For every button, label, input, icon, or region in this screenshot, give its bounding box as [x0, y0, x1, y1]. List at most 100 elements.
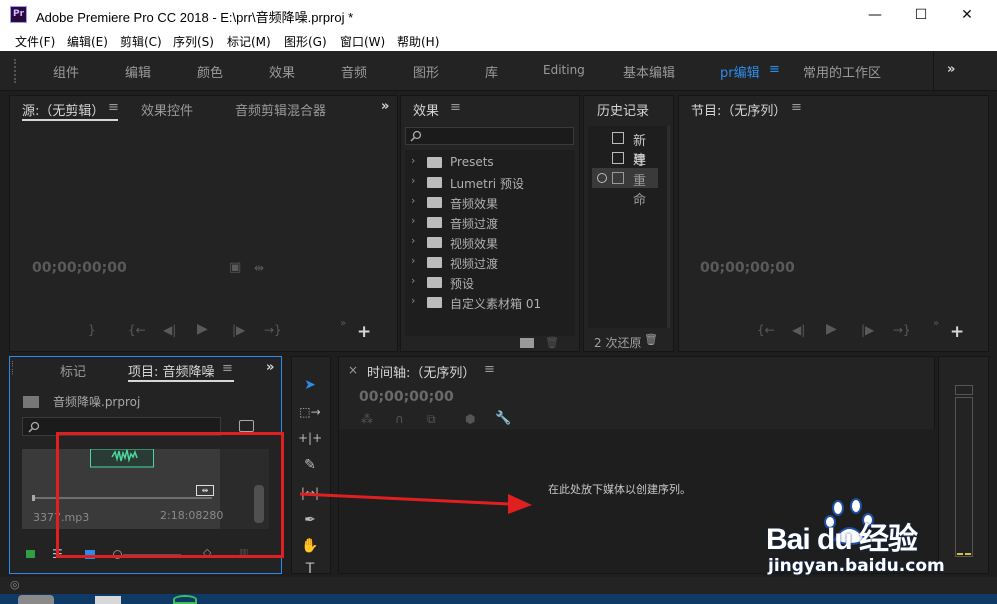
taskbar-app-icon[interactable] [18, 595, 54, 604]
list-item[interactable]: › 音频效果 [407, 193, 573, 212]
tab-markers[interactable]: 标记 [60, 361, 86, 380]
nest-icon[interactable]: ⁂ [361, 412, 373, 426]
list-item[interactable]: › Presets [407, 153, 573, 172]
close-timeline-icon[interactable]: × [348, 363, 358, 377]
new-bin-icon[interactable] [520, 338, 534, 348]
menu-edit[interactable]: 编辑(E) [67, 33, 108, 50]
linked-selection-icon[interactable]: ⧉ [427, 412, 436, 427]
step-forward-icon[interactable]: |▶ [861, 323, 874, 337]
effects-menu-icon[interactable]: ≡ [450, 100, 461, 115]
timeline-title[interactable]: 时间轴:（无序列） [367, 362, 475, 381]
lock-icon[interactable] [26, 550, 35, 558]
ripple-edit-tool-icon[interactable]: +|+ [298, 426, 322, 450]
tab-audio-clip-mixer[interactable]: 音频剪辑混合器 [235, 100, 326, 119]
go-to-out-icon[interactable]: →} [893, 323, 911, 337]
workspace-tab-editing[interactable]: Editing [543, 63, 585, 77]
workspace-tab-pr-edit[interactable]: pr编辑 [720, 62, 760, 81]
workspace-tab-graphics[interactable]: 图形 [413, 62, 439, 81]
taskbar-app-icon[interactable] [173, 595, 197, 604]
play-icon[interactable]: ▶ [826, 321, 837, 337]
project-overflow-icon[interactable]: » [266, 360, 274, 375]
menu-clip[interactable]: 剪辑(C) [120, 33, 162, 50]
timeline-menu-icon[interactable]: ≡ [484, 362, 495, 377]
list-item[interactable]: › 音频过渡 [407, 213, 573, 232]
step-back-icon[interactable]: ◀| [163, 323, 176, 337]
grip-handle-icon[interactable] [14, 59, 18, 83]
add-marker-icon[interactable]: ⬢ [465, 412, 475, 426]
track-select-tool-icon[interactable]: ⬚→ [298, 400, 322, 424]
list-item[interactable]: › 自定义素材箱 01 [407, 293, 573, 312]
step-back-icon[interactable]: ◀| [792, 323, 805, 337]
workspace-tab-audio[interactable]: 音频 [341, 62, 367, 81]
selection-tool-icon[interactable]: ➤ [298, 373, 322, 397]
program-timecode[interactable]: 00;00;00;00 [700, 260, 795, 276]
list-item[interactable]: › Lumetri 预设 [407, 173, 573, 192]
trash-icon[interactable]: 🗑 [644, 333, 658, 346]
menu-help[interactable]: 帮助(H) [397, 33, 439, 50]
hand-tool-icon[interactable]: ✋ [298, 534, 322, 558]
source-menu-icon[interactable]: ≡ [108, 100, 119, 115]
chevron-right-icon: › [411, 234, 416, 247]
workspace-tab-common[interactable]: 常用的工作区 [803, 62, 881, 81]
history-title[interactable]: 历史记录 [597, 100, 649, 119]
workspace-overflow-icon[interactable]: » [947, 62, 955, 77]
button-overflow-icon[interactable]: » [340, 318, 346, 329]
add-button[interactable]: + [357, 322, 371, 342]
effects-title[interactable]: 效果 [413, 100, 439, 119]
list-item[interactable]: › 预设 [407, 273, 573, 292]
folder-icon [427, 257, 442, 268]
workspace-tab-editing-cn[interactable]: 编辑 [125, 62, 151, 81]
go-to-in-icon[interactable]: {← [757, 323, 775, 337]
mark-out-icon[interactable]: } [88, 323, 96, 337]
project-menu-icon[interactable]: ≡ [222, 361, 233, 376]
workspace-tab-effects[interactable]: 效果 [269, 62, 295, 81]
panel-grip-icon[interactable]: ⁝ ⁝ [11, 361, 14, 378]
clip-playhead[interactable] [32, 495, 35, 501]
list-item[interactable]: › 视频效果 [407, 233, 573, 252]
list-item[interactable]: 新建 [592, 128, 658, 168]
workspace-tab-assembly[interactable]: 组件 [53, 62, 79, 81]
go-to-out-icon[interactable]: →} [264, 323, 282, 337]
program-title[interactable]: 节目:（无序列） [691, 100, 786, 119]
minimize-button[interactable]: — [852, 3, 898, 27]
trash-icon[interactable]: 🗑 [545, 336, 559, 349]
source-overflow-icon[interactable]: » [381, 99, 389, 114]
maximize-button[interactable]: ☐ [898, 3, 944, 27]
effects-search-input[interactable] [405, 127, 574, 145]
tab-effect-controls[interactable]: 效果控件 [141, 100, 193, 119]
source-timecode[interactable]: 00;00;00;00 [32, 260, 127, 276]
menu-marker[interactable]: 标记(M) [227, 33, 271, 50]
button-overflow-icon[interactable]: » [933, 318, 939, 329]
program-menu-icon[interactable]: ≡ [791, 100, 802, 115]
tab-source[interactable]: 源:（无剪辑） [22, 100, 104, 119]
workspace-tab-basic-edit[interactable]: 基本编辑 [623, 62, 675, 81]
timeline-timecode[interactable]: 00;00;00;00 [359, 389, 454, 405]
tab-project[interactable]: 项目: 音频降噪 [128, 361, 215, 380]
taskbar-app-icon[interactable] [95, 596, 121, 604]
project-file-icon [23, 396, 39, 408]
menu-sequence[interactable]: 序列(S) [173, 33, 214, 50]
go-to-in-icon[interactable]: {← [128, 323, 146, 337]
find-bin-icon[interactable] [239, 420, 254, 432]
snap-magnet-icon[interactable]: ∩ [395, 412, 404, 426]
list-item[interactable]: 导入 [592, 148, 658, 188]
play-icon[interactable]: ▶ [197, 321, 208, 337]
program-panel: 节目:（无序列） ≡ 00;00;00;00 {← ◀| ▶ |▶ →} » + [678, 95, 989, 352]
step-marker-icon[interactable]: ⇹ [254, 261, 264, 275]
razor-tool-icon[interactable]: ✎ [298, 453, 322, 477]
list-item-selected[interactable]: 重命 [592, 168, 658, 208]
menu-file[interactable]: 文件(F) [15, 33, 55, 50]
wrench-icon[interactable]: 🔧 [495, 411, 511, 426]
add-button[interactable]: + [950, 322, 964, 342]
watermark-brand: Bai du 经验 [766, 523, 918, 556]
menu-graphics[interactable]: 图形(G) [284, 33, 327, 50]
workspace-menu-icon[interactable]: ≡ [769, 62, 780, 77]
workspace-tab-color[interactable]: 颜色 [197, 62, 223, 81]
menu-window[interactable]: 窗口(W) [340, 33, 385, 50]
step-forward-icon[interactable]: |▶ [232, 323, 245, 337]
close-button[interactable]: ✕ [944, 3, 990, 27]
type-tool-icon[interactable]: T [298, 560, 322, 574]
list-item[interactable]: › 视频过渡 [407, 253, 573, 272]
workspace-tab-libraries[interactable]: 库 [485, 62, 498, 81]
export-frame-icon[interactable]: ▣ [229, 260, 241, 275]
